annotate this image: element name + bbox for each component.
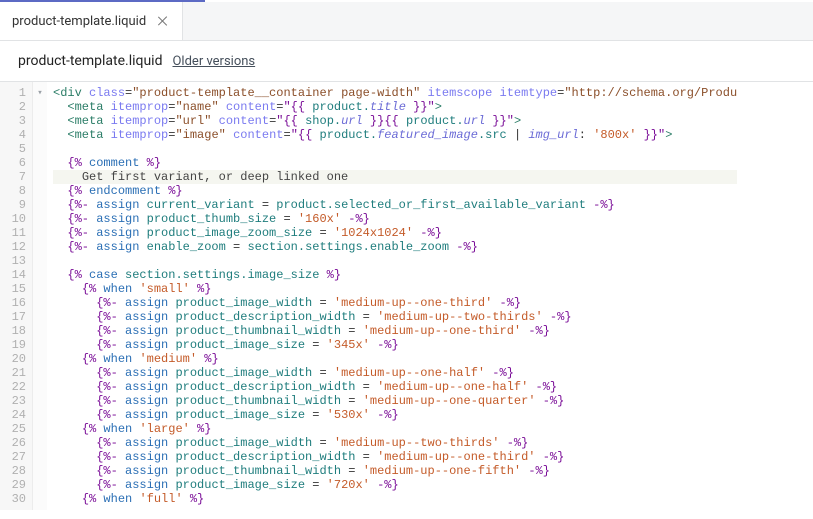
file-header: product-template.liquid Older versions (0, 41, 813, 82)
code-line[interactable]: {%- assign product_image_zoom_size = '10… (53, 226, 737, 240)
code-line[interactable]: {% when 'small' %} (53, 282, 737, 296)
code-line[interactable] (53, 254, 737, 268)
code-line[interactable]: {%- assign product_image_size = '530x' -… (53, 408, 737, 422)
code-line[interactable]: {% comment %} (53, 156, 737, 170)
code-line[interactable]: <meta itemprop="image" content="{{ produ… (53, 128, 737, 142)
code-line[interactable]: {%- assign product_description_width = '… (53, 380, 737, 394)
code-line[interactable]: {% when 'full' %} (53, 492, 737, 506)
close-icon[interactable] (156, 14, 170, 28)
code-line[interactable] (53, 142, 737, 156)
line-number-gutter: 1234567891011121314151617181920212223242… (0, 82, 33, 510)
tab-product-template[interactable]: product-template.liquid (0, 2, 183, 40)
code-line[interactable]: <meta itemprop="name" content="{{ produc… (53, 100, 737, 114)
tabs-bar: product-template.liquid (0, 2, 813, 41)
code-line[interactable]: <meta itemprop="url" content="{{ shop.ur… (53, 114, 737, 128)
code-line[interactable]: {%- assign product_thumb_size = '160x' -… (53, 212, 737, 226)
tab-label: product-template.liquid (12, 14, 146, 29)
code-line[interactable]: {%- assign product_description_width = '… (53, 310, 737, 324)
code-line[interactable]: {%- assign product_image_width = 'medium… (53, 436, 737, 450)
code-line[interactable]: {%- assign product_thumbnail_width = 'me… (53, 464, 737, 478)
code-line[interactable]: {% when 'large' %} (53, 422, 737, 436)
code-line[interactable]: {%- assign current_variant = product.sel… (53, 198, 737, 212)
code-line[interactable]: {%- assign product_image_width = 'medium… (53, 296, 737, 310)
code-line[interactable]: {%- assign product_description_width = '… (53, 450, 737, 464)
fold-gutter: ▾ (33, 82, 47, 510)
code-line[interactable]: {%- assign product_thumbnail_width = 'me… (53, 324, 737, 338)
code-line[interactable]: <div class="product-template__container … (53, 86, 737, 100)
page-title: product-template.liquid (18, 53, 162, 69)
code-line[interactable]: Get first variant, or deep linked one (53, 170, 737, 184)
code-line[interactable]: {% case section.settings.image_size %} (53, 268, 737, 282)
older-versions-link[interactable]: Older versions (172, 54, 255, 69)
code-line[interactable]: {%- assign product_image_width = 'medium… (53, 366, 737, 380)
code-line[interactable]: {% endcomment %} (53, 184, 737, 198)
code-line[interactable]: {%- assign enable_zoom = section.setting… (53, 240, 737, 254)
code-line[interactable]: {% when 'medium' %} (53, 352, 737, 366)
code-line[interactable]: {%- assign product_thumbnail_width = 'me… (53, 394, 737, 408)
code-area[interactable]: <div class="product-template__container … (47, 82, 737, 510)
code-editor[interactable]: 1234567891011121314151617181920212223242… (0, 82, 813, 510)
code-line[interactable]: {%- assign product_image_size = '720x' -… (53, 478, 737, 492)
code-line[interactable]: {%- assign product_image_size = '345x' -… (53, 338, 737, 352)
